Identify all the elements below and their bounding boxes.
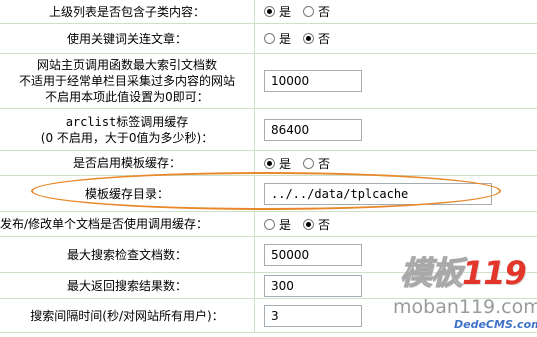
watermark-partner: DedeCMS.com [454, 318, 537, 331]
radio-no[interactable] [303, 218, 315, 230]
setting-label-line: 网站主页调用函数最大索引文档数 [36, 58, 217, 72]
setting-label: 发布/修改单个文档是否使用调用缓存： [0, 212, 255, 236]
radio-yes-label: 是 [279, 5, 292, 19]
max-search-results-input[interactable]: 300 [264, 274, 362, 297]
setting-label-line: 不启用本项此值设置为0即可： [45, 90, 209, 104]
setting-label: 使用关键词关连文章： [0, 24, 255, 53]
radio-no-label: 否 [318, 5, 331, 19]
radio-no[interactable] [303, 6, 315, 17]
radio-group-doc-call-cache: 是 否 [255, 212, 537, 236]
max-search-docs-input[interactable]: 50000 [264, 243, 362, 266]
search-interval-input[interactable]: 3 [264, 304, 362, 327]
setting-label: 搜索间隔时间(秒/对网站所有用户)： [0, 299, 255, 332]
radio-yes-label: 是 [279, 156, 292, 171]
radio-yes[interactable] [264, 157, 275, 169]
watermark-site: moban119.com [393, 296, 537, 318]
setting-label: 最大搜索检查文档数： [0, 237, 255, 272]
setting-row-template-cache: 是否启用模板缓存： 是 否 [0, 151, 537, 176]
value-cell: 86400 [255, 109, 537, 150]
radio-no-label: 否 [318, 156, 331, 171]
value-cell: 10000 [255, 54, 537, 108]
setting-row-keyword-relation: 使用关键词关连文章： 是 否 [0, 24, 537, 54]
watermark-logo-cn: 模板 [399, 254, 463, 293]
radio-group-template-cache: 是 否 [255, 151, 537, 175]
arclist-cache-input[interactable]: 86400 [264, 118, 362, 141]
setting-label: arclist标签调用缓存 (0 不启用，大于0值为多少秒)： [0, 109, 255, 150]
watermark-logo-num: 119 [462, 254, 527, 292]
setting-row-include-subclass: 上级列表是否包含子类内容： 是 否 [0, 0, 537, 24]
radio-yes[interactable] [264, 218, 275, 230]
setting-label-line: (0 不启用，大于0值为多少秒)： [40, 130, 214, 145]
radio-group-include-subclass: 是 否 [255, 0, 537, 23]
setting-label-line: 不适用于经常单栏目采集过多内容的网站 [18, 74, 235, 88]
setting-row-max-index-docs: 网站主页调用函数最大索引文档数 不适用于经常单栏目采集过多内容的网站 不启用本项… [0, 54, 537, 109]
value-cell: ../../data/tplcache [255, 176, 537, 211]
radio-group-keyword-relation: 是 否 [255, 24, 537, 53]
setting-label-line: arclist标签调用缓存 [65, 114, 189, 129]
radio-no[interactable] [303, 157, 315, 169]
radio-no-label: 否 [318, 32, 331, 46]
radio-no[interactable] [303, 33, 315, 44]
radio-no-label: 否 [318, 217, 331, 232]
setting-row-doc-call-cache: 发布/修改单个文档是否使用调用缓存： 是 否 [0, 212, 537, 237]
setting-label: 网站主页调用函数最大索引文档数 不适用于经常单栏目采集过多内容的网站 不启用本项… [0, 54, 255, 108]
watermark-logo: 模板119 [399, 248, 527, 294]
max-index-docs-input[interactable]: 10000 [264, 70, 362, 92]
setting-label: 模板缓存目录： [0, 176, 255, 211]
setting-row-arclist-cache: arclist标签调用缓存 (0 不启用，大于0值为多少秒)： 86400 [0, 109, 537, 151]
setting-label: 上级列表是否包含子类内容： [0, 0, 255, 23]
setting-label: 是否启用模板缓存： [0, 151, 255, 175]
radio-yes[interactable] [264, 33, 275, 44]
radio-yes-label: 是 [279, 32, 292, 46]
setting-row-template-cache-dir: 模板缓存目录： ../../data/tplcache [0, 176, 537, 212]
radio-yes-label: 是 [279, 217, 292, 232]
template-cache-dir-input[interactable]: ../../data/tplcache [264, 182, 492, 205]
setting-label: 最大返回搜索结果数： [0, 273, 255, 298]
radio-yes[interactable] [264, 6, 275, 17]
